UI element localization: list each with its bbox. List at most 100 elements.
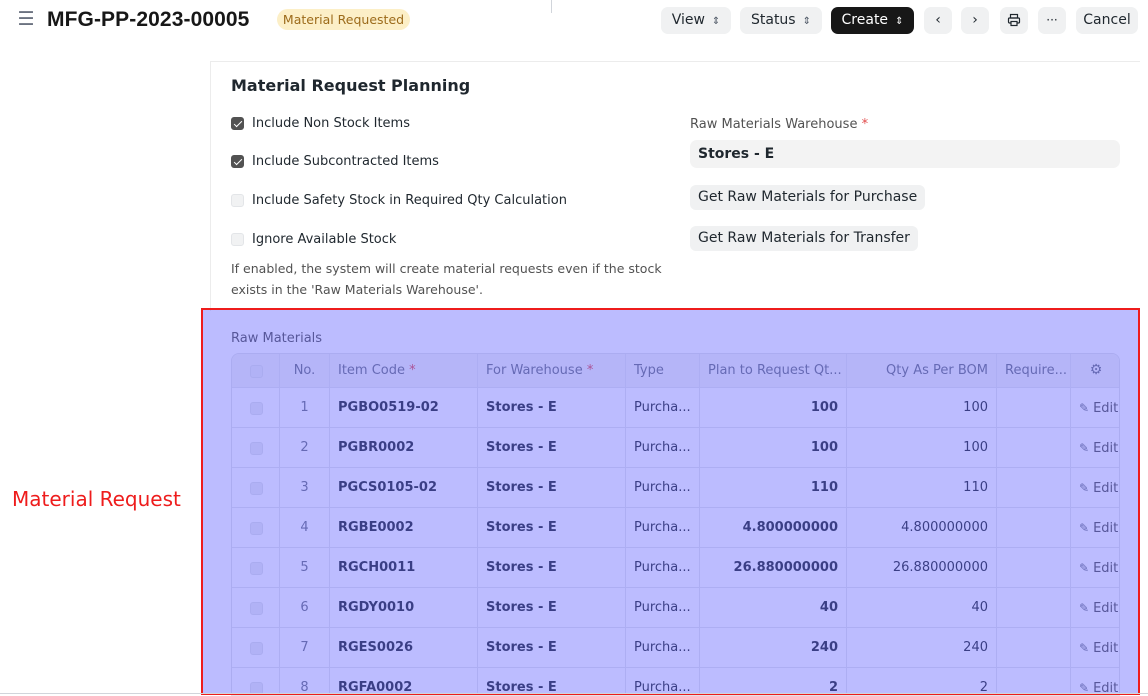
raw-materials-warehouse-field[interactable]: Stores - E [690,140,1120,168]
pencil-icon: ✎ [1079,641,1090,655]
previous-button[interactable]: ‹ [924,7,952,34]
cell-item-code[interactable]: RGFA0002 [330,668,478,695]
cell-type[interactable]: Purcha... [626,628,700,667]
print-button[interactable] [1000,7,1028,34]
cell-type[interactable]: Purcha... [626,388,700,427]
cell-for-warehouse[interactable]: Stores - E [478,388,626,427]
pencil-icon: ✎ [1079,401,1090,415]
column-header-for-warehouse[interactable]: For Warehouse * [478,354,626,387]
edit-row-button[interactable]: ✎ Edit [1071,548,1119,587]
select-all-checkbox[interactable] [250,364,263,378]
cell-type[interactable]: Purcha... [626,508,700,547]
row-checkbox[interactable] [250,481,263,495]
cell-for-warehouse[interactable]: Stores - E [478,428,626,467]
select-all-cell[interactable] [232,354,280,387]
cell-required [997,668,1071,695]
row-select-cell[interactable] [232,508,280,547]
row-select-cell[interactable] [232,388,280,427]
menu-icon[interactable]: ☰ [16,8,36,30]
checkbox-checked[interactable] [231,155,244,168]
cell-for-warehouse[interactable]: Stores - E [478,508,626,547]
cell-for-warehouse[interactable]: Stores - E [478,548,626,587]
status-button[interactable]: Status ⇕ [740,7,822,34]
row-select-cell[interactable] [232,668,280,695]
row-checkbox[interactable] [250,561,263,575]
get-raw-materials-for-purchase-button[interactable]: Get Raw Materials for Purchase [690,185,926,210]
column-header-plan-to-request-qty[interactable]: Plan to Request Qt... [700,354,847,387]
table-row[interactable]: 3 PGCS0105-02 Stores - E Purcha... 110 110 ✎ Ed… [232,467,1119,507]
cell-plan-to-request-qty[interactable]: 2 [700,668,847,695]
row-checkbox[interactable] [250,601,263,615]
field-label-text: Raw Materials Warehouse [690,117,858,132]
cell-item-code[interactable]: RGDY0010 [330,588,478,627]
edit-row-button[interactable]: ✎ Edit [1071,388,1119,427]
cell-item-code[interactable]: PGBO0519-02 [330,388,478,427]
checkbox-unchecked[interactable] [231,233,244,246]
page-header: ☰ MFG-PP-2023-00005 Material Requested V… [0,0,1148,40]
row-checkbox[interactable] [250,441,263,455]
edit-row-button[interactable]: ✎ Edit [1071,508,1119,547]
cell-type[interactable]: Purcha... [626,428,700,467]
view-button-label: View [671,12,705,28]
cell-item-code[interactable]: PGCS0105-02 [330,468,478,507]
column-header-required[interactable]: Require... [997,354,1071,387]
more-button[interactable]: ··· [1038,7,1066,34]
cell-plan-to-request-qty[interactable]: 4.800000000 [700,508,847,547]
edit-row-button[interactable]: ✎ Edit [1071,628,1119,667]
cell-type[interactable]: Purcha... [626,548,700,587]
table-row[interactable]: 6 RGDY0010 Stores - E Purcha... 40 40 ✎ Edit [232,587,1119,627]
table-row[interactable]: 2 PGBR0002 Stores - E Purcha... 100 100 ✎ Edit [232,427,1119,467]
cell-plan-to-request-qty[interactable]: 240 [700,628,847,667]
table-row[interactable]: 1 PGBO0519-02 Stores - E Purcha... 100 100 ✎ Ed… [232,387,1119,427]
required-mark: * [586,363,594,378]
cell-item-code[interactable]: PGBR0002 [330,428,478,467]
table-header: No. Item Code * For Warehouse * Type Pla… [232,354,1119,387]
table-row[interactable]: 5 RGCH0011 Stores - E Purcha... 26.880000000… [232,547,1119,587]
row-checkbox[interactable] [250,401,263,415]
row-select-cell[interactable] [232,588,280,627]
cell-for-warehouse[interactable]: Stores - E [478,468,626,507]
cell-for-warehouse[interactable]: Stores - E [478,668,626,695]
next-button[interactable]: › [961,7,989,34]
cell-no: 3 [280,468,330,507]
cell-item-code[interactable]: RGES0026 [330,628,478,667]
row-select-cell[interactable] [232,468,280,507]
row-checkbox[interactable] [250,521,263,535]
cell-item-code[interactable]: RGCH0011 [330,548,478,587]
table-row[interactable]: 7 RGES0026 Stores - E Purcha... 240 240 ✎ Edit [232,627,1119,667]
column-header-type[interactable]: Type [626,354,700,387]
cell-type[interactable]: Purcha... [626,588,700,627]
checkbox-checked[interactable] [231,117,244,130]
cancel-button[interactable]: Cancel [1076,7,1138,34]
settings-icon[interactable]: ⚙ [1071,354,1119,387]
edit-row-button[interactable]: ✎ Edit [1071,428,1119,467]
required-mark: * [409,363,416,378]
table-row[interactable]: 4 RGBE0002 Stores - E Purcha... 4.800000000 4… [232,507,1119,547]
column-header-qty-as-per-bom[interactable]: Qty As Per BOM [847,354,997,387]
column-header-item-code[interactable]: Item Code * [330,354,478,387]
row-checkbox[interactable] [250,641,263,655]
cell-qty-as-per-bom: 4.800000000 [847,508,997,547]
row-select-cell[interactable] [232,628,280,667]
cell-plan-to-request-qty[interactable]: 100 [700,428,847,467]
table-row[interactable]: 8 RGFA0002 Stores - E Purcha... 2 2 ✎ Edit [232,667,1119,695]
cell-plan-to-request-qty[interactable]: 40 [700,588,847,627]
cell-item-code[interactable]: RGBE0002 [330,508,478,547]
edit-row-button[interactable]: ✎ Edit [1071,668,1119,695]
row-select-cell[interactable] [232,428,280,467]
cell-plan-to-request-qty[interactable]: 110 [700,468,847,507]
cell-for-warehouse[interactable]: Stores - E [478,628,626,667]
edit-label: Edit [1093,641,1119,656]
view-button[interactable]: View ⇕ [661,7,731,34]
create-button[interactable]: Create ⇕ [831,7,914,34]
edit-row-button[interactable]: ✎ Edit [1071,588,1119,627]
cell-type[interactable]: Purcha... [626,468,700,507]
get-raw-materials-for-transfer-button[interactable]: Get Raw Materials for Transfer [690,226,918,251]
cell-for-warehouse[interactable]: Stores - E [478,588,626,627]
cell-type[interactable]: Purcha... [626,668,700,695]
edit-row-button[interactable]: ✎ Edit [1071,468,1119,507]
cell-plan-to-request-qty[interactable]: 100 [700,388,847,427]
row-select-cell[interactable] [232,548,280,587]
checkbox-unchecked[interactable] [231,194,244,207]
cell-plan-to-request-qty[interactable]: 26.880000000 [700,548,847,587]
